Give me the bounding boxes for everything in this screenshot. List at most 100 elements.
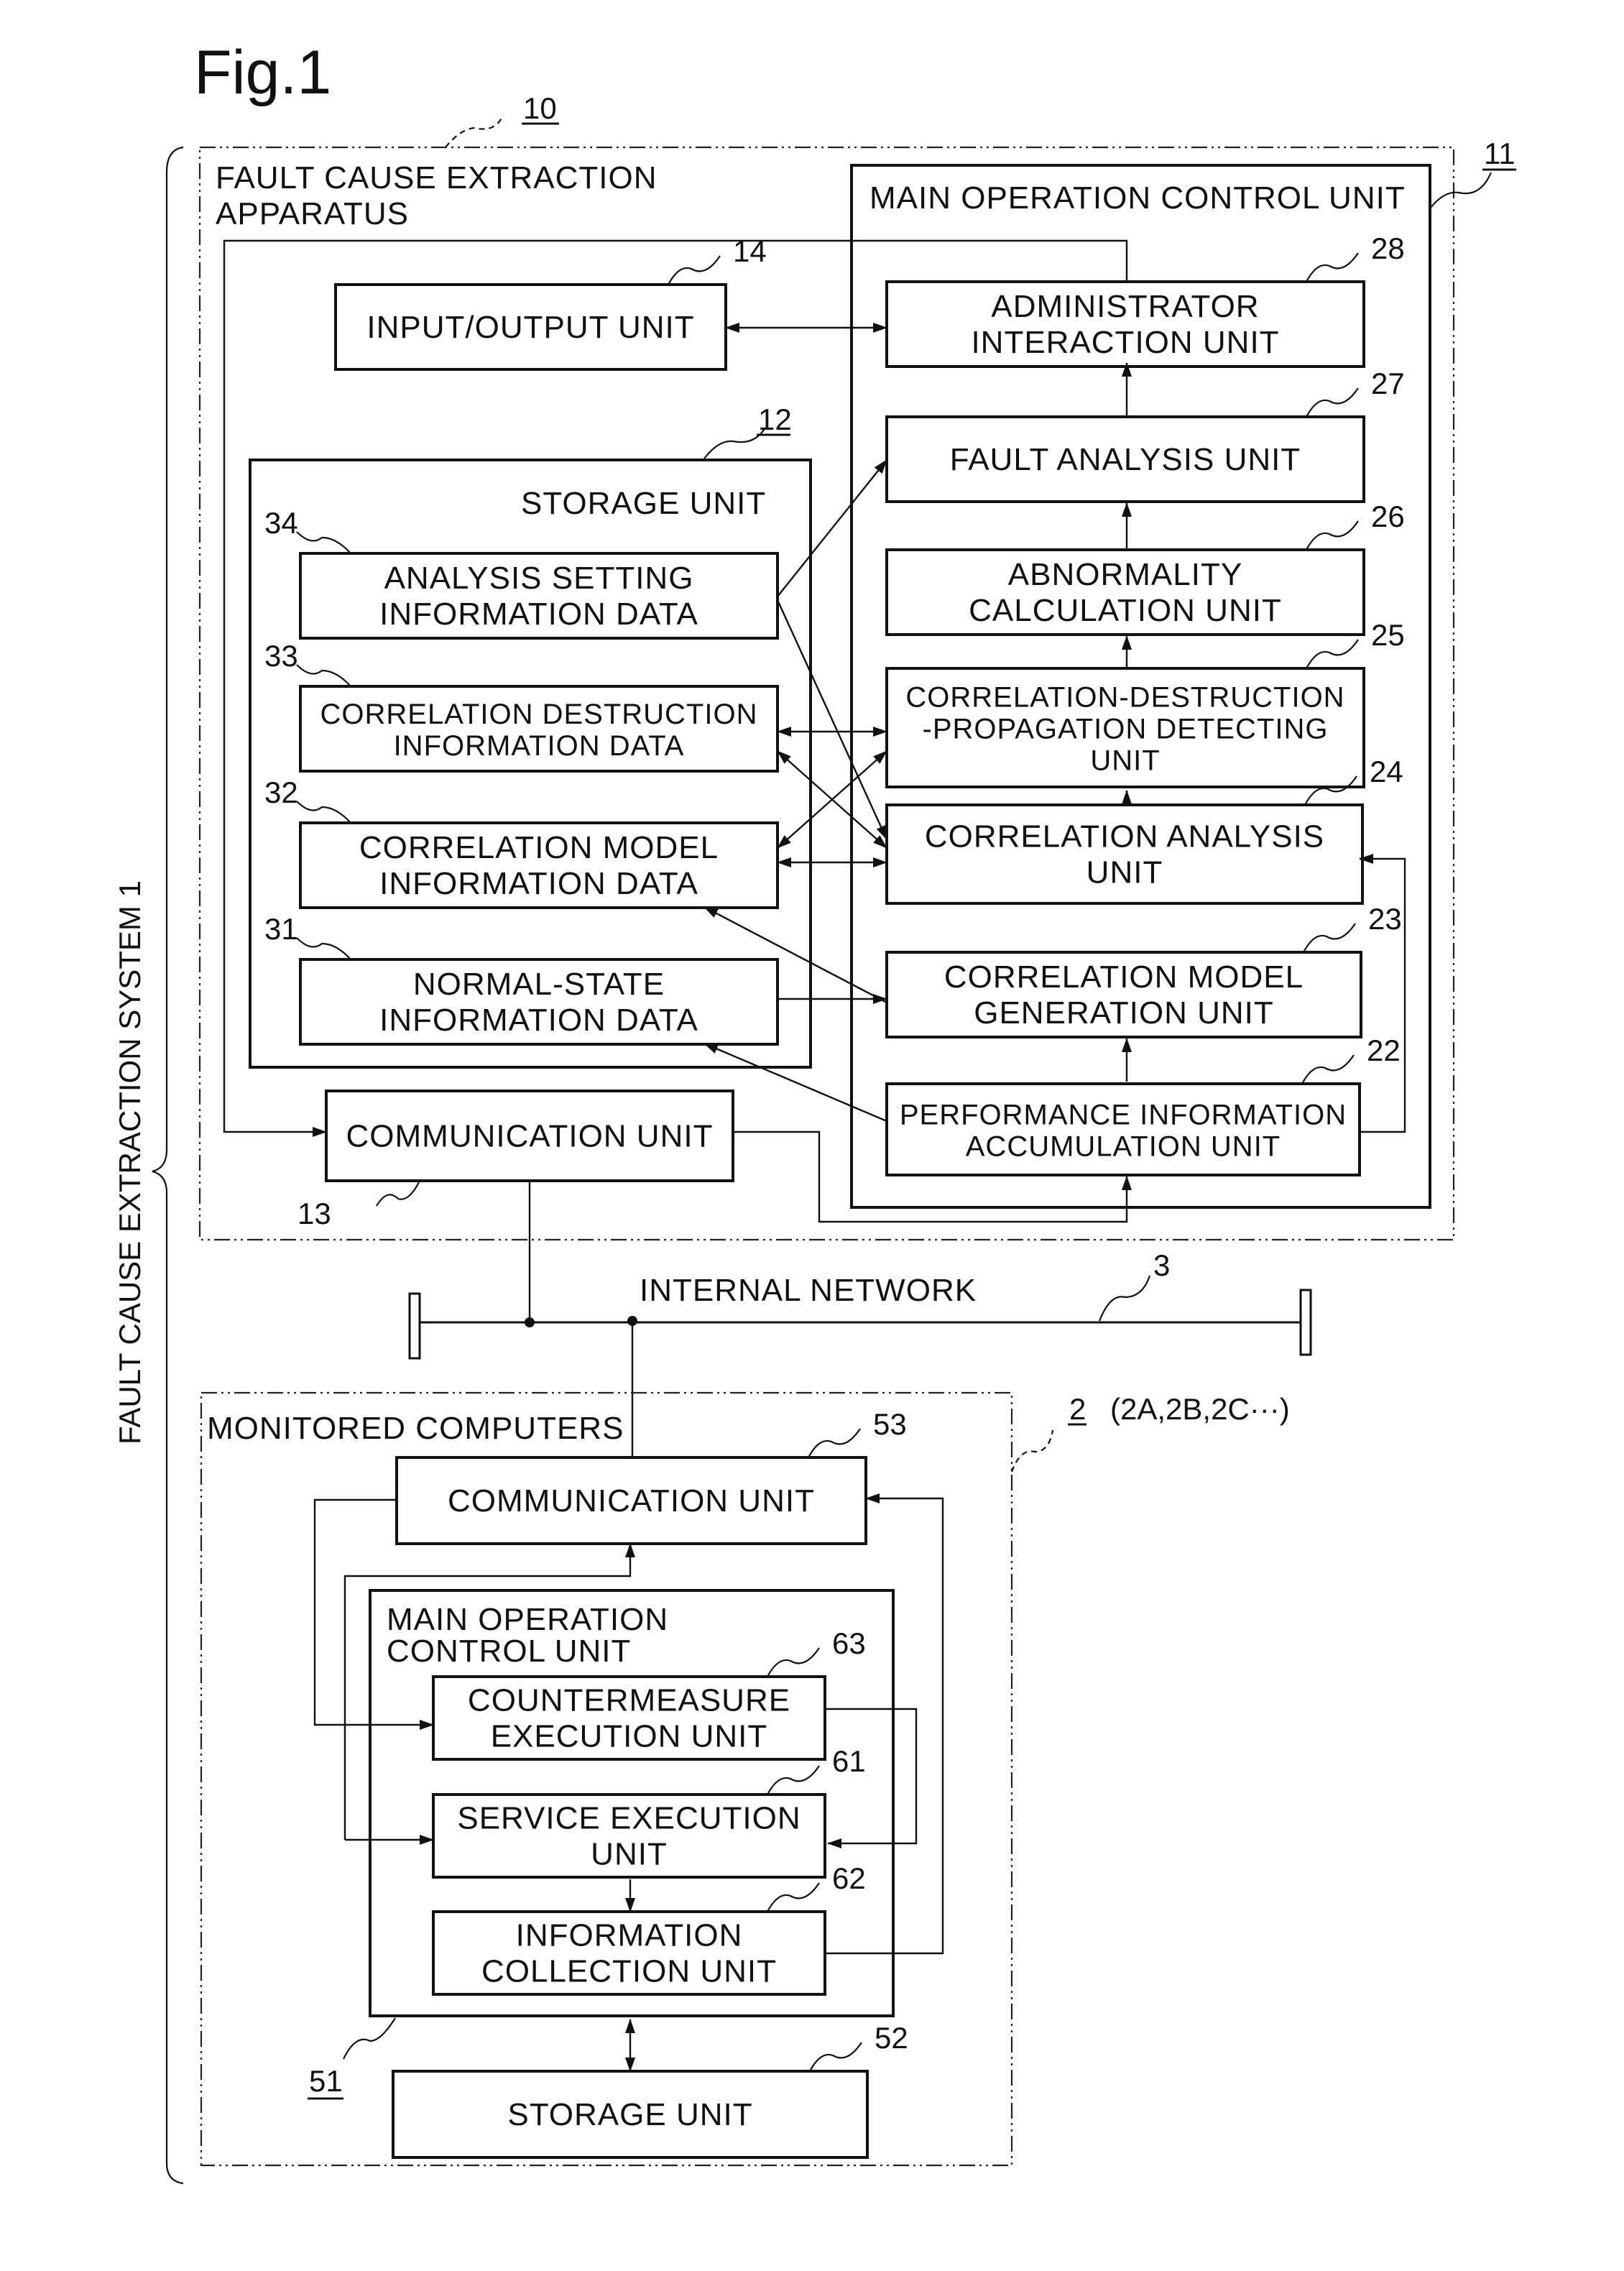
unit-label-line: SERVICE EXECUTION xyxy=(457,1801,801,1836)
apparatus-leader xyxy=(445,114,504,148)
unit-label-line: INFORMATION xyxy=(516,1918,743,1953)
ref-numeral: 28 xyxy=(1371,231,1405,265)
unit-label-line: INPUT/OUTPUT UNIT xyxy=(366,310,694,345)
unit-infocol: INFORMATIONCOLLECTION UNIT 62 xyxy=(432,1861,866,1996)
unit-perf: PERFORMANCE INFORMATIONACCUMULATION UNIT… xyxy=(885,1033,1401,1176)
unit-label-line: INTERACTION UNIT xyxy=(971,325,1279,360)
unit-label-line: CORRELATION DESTRUCTION xyxy=(320,699,758,730)
ref-numeral: 23 xyxy=(1368,902,1402,936)
ref-leader xyxy=(668,255,721,285)
network-leader xyxy=(1098,1275,1151,1322)
unit-label-line: GENERATION UNIT xyxy=(974,995,1274,1031)
ref-numeral: 62 xyxy=(832,1861,866,1895)
arrow-d34-fault xyxy=(777,459,887,597)
main-control-ref: 11 xyxy=(1484,137,1515,170)
unit-label-line: COUNTERMEASURE xyxy=(468,1683,790,1718)
main-control-leader xyxy=(1429,172,1492,209)
ref-leader xyxy=(1301,1054,1355,1084)
ref-leader xyxy=(809,2042,862,2072)
unit-corr-gen: CORRELATION MODELGENERATION UNIT 23 xyxy=(885,902,1402,1038)
monitored-main-leader xyxy=(343,2017,396,2060)
unit-abnorm: ABNORMALITYCALCULATION UNIT 26 xyxy=(885,499,1405,636)
ref-leader xyxy=(767,1882,820,1912)
unit-label-line: INFORMATION DATA xyxy=(379,596,698,632)
monitored-main-ref: 51 xyxy=(309,2064,343,2098)
unit-io: INPUT/OUTPUT UNIT 14 xyxy=(334,234,767,371)
unit-label-line: CORRELATION MODEL xyxy=(944,959,1304,995)
system-label: FAULT CAUSE EXTRACTION SYSTEM 1 xyxy=(113,880,147,1445)
ref-leader xyxy=(767,1647,820,1677)
monitored-ref: 2 xyxy=(1069,1392,1086,1426)
unit-label-line: ACCUMULATION UNIT xyxy=(966,1131,1281,1163)
unit-label-line: COMMUNICATION UNIT xyxy=(346,1119,714,1154)
ref-leader xyxy=(296,801,351,824)
ref-numeral: 52 xyxy=(875,2021,908,2055)
storage-ref: 12 xyxy=(758,402,792,436)
network-label: INTERNAL NETWORK xyxy=(640,1273,977,1308)
arrow-d34-corran xyxy=(776,599,888,840)
monitored-leader xyxy=(1010,1429,1054,1473)
unit-storage52: STORAGE UNIT 52 xyxy=(392,2021,908,2159)
network-right-terminator xyxy=(1299,1289,1312,1356)
unit-label-line: INFORMATION DATA xyxy=(394,730,685,762)
ref-leader xyxy=(1306,252,1359,282)
ref-numeral: 31 xyxy=(264,912,298,946)
ref-leader xyxy=(1306,639,1359,669)
apparatus-label-line2: APPARATUS xyxy=(216,196,409,231)
ref-numeral: 14 xyxy=(733,234,767,268)
unit-label-line: ANALYSIS SETTING xyxy=(384,561,694,596)
unit-label-line: FAULT ANALYSIS UNIT xyxy=(950,442,1301,477)
unit-label-line: INFORMATION DATA xyxy=(379,866,698,901)
unit-label-line: CORRELATION MODEL xyxy=(359,830,719,865)
ref-leader xyxy=(1306,387,1359,418)
ref-leader xyxy=(296,531,351,554)
unit-d31: NORMAL-STATEINFORMATION DATA 31 xyxy=(264,912,779,1046)
main-control-label: MAIN OPERATION CONTROL UNIT xyxy=(869,180,1406,216)
ref-numeral: 34 xyxy=(264,506,298,540)
ref-numeral: 33 xyxy=(264,639,298,673)
ref-leader xyxy=(1303,923,1356,953)
unit-label-line: UNIT xyxy=(1086,855,1163,890)
apparatus-ref: 10 xyxy=(523,91,557,125)
ref-numeral: 26 xyxy=(1371,499,1405,533)
unit-label-line: CORRELATION-DESTRUCTION xyxy=(905,682,1344,714)
unit-label-line: PERFORMANCE INFORMATION xyxy=(900,1100,1347,1131)
storage-label: STORAGE UNIT xyxy=(521,486,766,521)
ref-leader xyxy=(767,1765,820,1795)
network-ref: 3 xyxy=(1153,1248,1170,1282)
fault-cause-extraction-diagram: Fig.1 FAULT CAUSE EXTRACTION SYSTEM 1 FA… xyxy=(113,38,1516,2185)
ref-leader xyxy=(296,664,351,687)
unit-admin: ADMINISTRATORINTERACTION UNIT 28 xyxy=(885,231,1405,368)
ref-numeral: 53 xyxy=(873,1407,907,1441)
ref-numeral: 63 xyxy=(832,1626,866,1660)
unit-label-line: ADMINISTRATOR xyxy=(991,289,1259,324)
unit-service: SERVICE EXECUTIONUNIT 61 xyxy=(432,1744,866,1879)
unit-d32: CORRELATION MODELINFORMATION DATA 32 xyxy=(264,775,779,909)
unit-label-line: COLLECTION UNIT xyxy=(481,1954,777,1989)
ref-leader xyxy=(1306,520,1359,551)
ref-numeral: 22 xyxy=(1367,1033,1401,1067)
monitored-main-label-line2: CONTROL UNIT xyxy=(387,1634,631,1669)
unit-boxes: INPUT/OUTPUT UNIT 14 ADMINISTRATORINTERACT… xyxy=(264,231,1405,2159)
ref-numeral: 25 xyxy=(1371,618,1405,652)
ref-numeral: 13 xyxy=(297,1197,331,1230)
apparatus-label-line1: FAULT CAUSE EXTRACTION xyxy=(216,160,657,195)
ref-numeral: 32 xyxy=(264,775,298,809)
ref-numeral: 27 xyxy=(1371,367,1405,400)
ref-numeral: 24 xyxy=(1370,755,1403,788)
unit-label-line: CALCULATION UNIT xyxy=(969,593,1282,628)
unit-d33: CORRELATION DESTRUCTIONINFORMATION DATA 3… xyxy=(264,639,779,773)
figure-title: Fig.1 xyxy=(194,38,331,107)
network-left-terminator xyxy=(408,1292,421,1360)
unit-comm13: COMMUNICATION UNIT 13 xyxy=(297,1090,734,1230)
unit-cdp: CORRELATION-DESTRUCTION-PROPAGATION DETE… xyxy=(885,618,1405,788)
unit-d34: ANALYSIS SETTINGINFORMATION DATA 34 xyxy=(264,506,779,640)
unit-label-line: CORRELATION ANALYSIS xyxy=(925,819,1324,854)
monitored-ref-note: (2A,2B,2C···) xyxy=(1110,1392,1290,1426)
unit-label-line: ABNORMALITY xyxy=(1008,557,1242,592)
monitored-main-label-line1: MAIN OPERATION xyxy=(387,1602,668,1637)
unit-label-line: -PROPAGATION DETECTING xyxy=(923,714,1329,745)
ref-numeral: 61 xyxy=(832,1744,866,1778)
unit-label-line: UNIT xyxy=(591,1837,668,1872)
unit-label-line: INFORMATION DATA xyxy=(379,1003,698,1038)
